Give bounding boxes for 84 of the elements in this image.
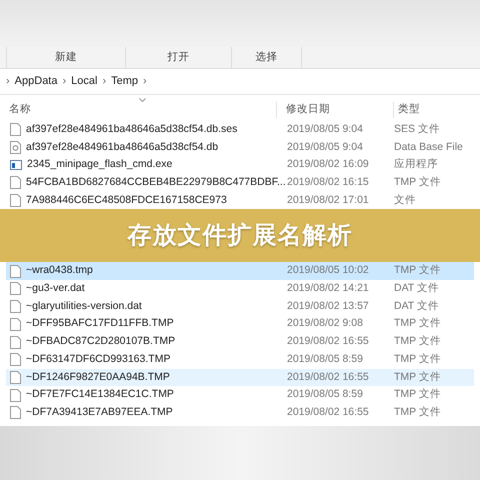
file-date: 2019/08/02 16:09 xyxy=(286,157,370,172)
column-header[interactable]: 名称 xyxy=(0,102,276,118)
file-row[interactable]: ~DFF95BAFC17FD11FFB.TMP 2019/08/02 9:08 TMP 文件 xyxy=(6,316,474,334)
file-row[interactable]: ~DF1246F9827E0AA94B.TMP 2019/08/02 16:55 TMP 文件 xyxy=(6,368,474,386)
file-type: 应用程序 xyxy=(394,157,438,172)
breadcrumb-separator: › xyxy=(62,74,66,90)
file-row[interactable]: af397ef28e484961ba48646a5d38cf54.db.ses 2019/08/05 9:04 SES 文件 xyxy=(6,121,474,139)
file-date: 2019/08/02 16:55 xyxy=(286,334,370,350)
file-row[interactable]: ~glaryutilities-version.dat 2019/08/02 13:57 DAT 文件 xyxy=(6,298,474,316)
file-icon xyxy=(10,353,21,366)
file-name: 7A988446C6EC48508FDCE167158CE973 xyxy=(26,192,227,208)
file-name: ~DFF95BAFC17FD11FFB.TMP xyxy=(26,316,174,332)
file-icon xyxy=(10,176,21,190)
file-name: 2345_minipage_flash_cmd.exe xyxy=(27,157,172,172)
file-name: ~DF7A39413E7AB97EEA.TMP xyxy=(26,404,173,420)
file-row[interactable]: ~DF7A39413E7AB97EEA.TMP 2019/08/02 16:55 TMP 文件 xyxy=(6,404,474,422)
file-icon xyxy=(10,123,21,136)
breadcrumb-item[interactable]: Temp xyxy=(111,73,138,90)
file-date: 2019/08/05 8:59 xyxy=(286,387,364,402)
file-name: 54FCBA1BD6827684CCBEB4BE22979B8C477BDBF... xyxy=(26,175,286,190)
file-type: SES 文件 xyxy=(394,122,440,137)
database-file-icon xyxy=(10,141,21,154)
file-icon xyxy=(10,318,21,331)
file-date: 2019/08/02 9:08 xyxy=(286,316,364,332)
file-icon xyxy=(10,300,21,314)
breadcrumb-separator: › xyxy=(143,74,147,90)
file-name: ~DF63147DF6CD993163.TMP xyxy=(26,352,170,367)
breadcrumb-separator: › xyxy=(6,74,10,90)
file-row[interactable]: ~gu3-ver.dat 2019/08/02 14:21 DAT 文件 xyxy=(6,280,474,298)
file-type: TMP 文件 xyxy=(394,263,441,278)
file-date: 2019/08/02 17:01 xyxy=(286,192,370,208)
file-row[interactable]: ~DF63147DF6CD993163.TMP 2019/08/05 8:59 TMP 文件 xyxy=(6,350,474,369)
file-icon xyxy=(10,194,21,208)
file-type: TMP 文件 xyxy=(394,404,441,420)
file-name: af397ef28e484961ba48646a5d38cf54.db xyxy=(26,140,218,155)
file-icon xyxy=(10,406,21,420)
file-icon xyxy=(10,264,21,278)
file-date: 2019/08/02 13:57 xyxy=(286,298,370,314)
file-name: ~DF1246F9827E0AA94B.TMP xyxy=(26,370,170,385)
file-row[interactable]: af397ef28e484961ba48646a5d38cf54.db 2019/08/05 9:04 Data Base File xyxy=(6,138,474,156)
file-type: 文件 xyxy=(394,192,416,208)
file-type: TMP 文件 xyxy=(394,334,441,350)
file-row[interactable]: 54FCBA1BD6827684CCBEB4BE22979B8C477BDBF...2019/08/02 16:15 TMP 文件 xyxy=(6,174,474,192)
file-name: af397ef28e484961ba48646a5d38cf54.db.ses xyxy=(26,122,238,137)
file-date: 2019/08/05 10:02 xyxy=(286,263,370,278)
sort-chevron-icon xyxy=(139,98,146,102)
toolbar-button[interactable]: 打开 xyxy=(126,47,232,68)
program-icon xyxy=(10,159,22,172)
file-date: 2019/08/05 9:04 xyxy=(286,140,364,155)
file-type: TMP 文件 xyxy=(394,316,441,332)
file-row[interactable]: ~DFBADC87C2D280107B.TMP 2019/08/02 16:55 TMP 文件 xyxy=(6,333,474,351)
file-date: 2019/08/02 16:55 xyxy=(286,404,370,420)
breadcrumb-item[interactable]: Local xyxy=(71,73,98,90)
file-type: DAT 文件 xyxy=(394,298,439,314)
file-type: Data Base File xyxy=(394,140,463,155)
file-type: TMP 文件 xyxy=(394,175,441,190)
toolbar-button[interactable]: 选择 xyxy=(232,47,302,68)
file-row[interactable]: 7A988446C6EC48508FDCE167158CE973 2019/08/02 17:01 文件 xyxy=(6,192,474,210)
file-type: TMP 文件 xyxy=(394,387,441,402)
file-name: ~wra0438.tmp xyxy=(26,263,93,278)
breadcrumb-separator: › xyxy=(102,74,106,90)
file-type: TMP 文件 xyxy=(394,352,441,367)
file-row[interactable]: ~wra0438.tmp 2019/08/05 10:02 TMP 文件 xyxy=(6,262,474,280)
file-type: DAT 文件 xyxy=(394,281,439,296)
column-header[interactable]: 类型 xyxy=(393,102,420,118)
file-name: ~DFBADC87C2D280107B.TMP xyxy=(26,334,176,350)
file-date: 2019/08/05 9:04 xyxy=(286,122,364,137)
file-name: ~gu3-ver.dat xyxy=(26,281,85,296)
file-date: 2019/08/02 14:21 xyxy=(286,281,370,296)
file-row[interactable]: 2345_minipage_flash_cmd.exe 2019/08/02 16:09 应用程序 xyxy=(6,156,474,174)
file-date: 2019/08/02 16:55 xyxy=(286,370,370,385)
file-icon xyxy=(10,282,21,296)
breadcrumb-item[interactable]: AppData xyxy=(14,73,58,90)
file-name: ~DF7E7FC14E1384EC1C.TMP xyxy=(26,387,174,402)
file-icon xyxy=(10,388,21,402)
file-icon xyxy=(10,336,21,349)
toolbar-button[interactable]: 新建 xyxy=(6,47,126,68)
file-row[interactable]: ~DF7E7FC14E1384EC1C.TMP 2019/08/05 8:59 TMP 文件 xyxy=(6,386,474,404)
file-type: TMP 文件 xyxy=(394,370,441,385)
file-date: 2019/08/05 8:59 xyxy=(286,352,364,367)
banner-title: 存放文件扩展名解析 xyxy=(128,220,352,251)
file-name: ~glaryutilities-version.dat xyxy=(26,298,142,314)
column-header[interactable]: 修改日期 xyxy=(276,102,393,118)
file-icon xyxy=(10,370,21,384)
